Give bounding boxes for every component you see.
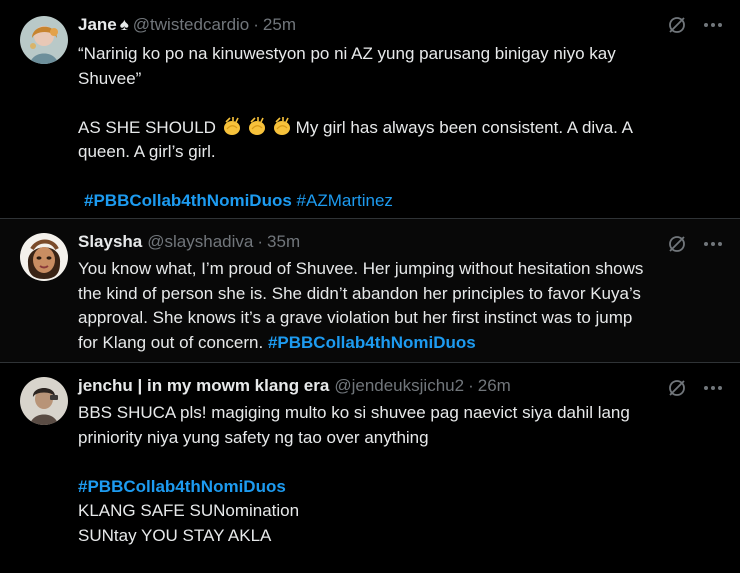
tweet-text-fragment: AS SHE SHOULD <box>78 117 221 137</box>
separator-dot: · <box>468 375 474 395</box>
grok-icon[interactable] <box>666 14 688 36</box>
clapping-hands-icon <box>246 116 269 136</box>
tweet-line: AS SHE SHOULD My girl has always been co… <box>78 116 724 141</box>
grok-icon[interactable] <box>666 233 688 255</box>
tweet-line: You know what, I’m proud of Shuvee. Her … <box>78 259 644 278</box>
more-icon[interactable] <box>702 377 724 399</box>
more-icon[interactable] <box>702 233 724 255</box>
user-handle[interactable]: @twistedcardio <box>133 13 249 38</box>
timestamp[interactable]: 35m <box>267 230 300 255</box>
tweet-line: BBS SHUCA pls! magiging multo ko si shuv… <box>78 403 630 422</box>
tweet-line: priniority niya yung safety ng tao over … <box>78 427 429 447</box>
avatar[interactable] <box>20 16 68 64</box>
tweet-line: approval. She knows it’s a grave violati… <box>78 308 633 327</box>
hashtag-line: #PBBCollab4thNomiDuos #AZMartinez <box>78 189 724 214</box>
more-icon[interactable] <box>702 14 724 36</box>
timestamp[interactable]: 26m <box>478 374 511 399</box>
tweet-jenchu[interactable]: jenchu | in my mowm klang era @jendeuksj… <box>0 363 740 573</box>
avatar[interactable] <box>20 233 68 281</box>
tweet-text: BBS SHUCA pls! magiging multo ko si shuv… <box>78 401 724 548</box>
tweet-actions <box>666 377 724 399</box>
tweet-line: the kind of person she is. She didn’t ab… <box>78 283 641 303</box>
tweet-line: SUNtay YOU STAY AKLA <box>78 525 272 545</box>
tweet-text-fragment: for Klang out of concern. <box>78 332 268 352</box>
clapping-hands-icon <box>221 116 244 136</box>
tweet-line: for Klang out of concern. #PBBCollab4thN… <box>78 331 724 356</box>
tweet-text: “Narinig ko po na kinuwestyon po ni AZ y… <box>78 42 724 214</box>
tweet-line: queen. A girl’s girl. <box>78 142 216 161</box>
tweet-slaysha[interactable]: Slaysha @slayshadiva · 35m You know what… <box>0 219 740 363</box>
avatar[interactable] <box>20 377 68 425</box>
tweet-line: Shuvee” <box>78 68 142 88</box>
hashtag-link[interactable]: #AZMartinez <box>297 191 393 210</box>
tweet-actions <box>666 233 724 255</box>
separator-dot: · <box>257 231 264 251</box>
tweet-text: You know what, I’m proud of Shuvee. Her … <box>78 257 724 355</box>
separator-dot: · <box>253 14 259 34</box>
display-name[interactable]: Slaysha <box>78 230 142 255</box>
clapping-hands-icon <box>271 116 294 136</box>
timestamp[interactable]: 25m <box>263 13 296 38</box>
hashtag-link[interactable]: #PBBCollab4thNomiDuos <box>268 333 476 352</box>
display-name[interactable]: Jane <box>78 13 117 38</box>
hashtag-link[interactable]: #PBBCollab4thNomiDuos <box>78 477 286 496</box>
user-handle[interactable]: @jendeuksjichu2 <box>334 374 464 399</box>
hashtag-link[interactable]: #PBBCollab4thNomiDuos <box>84 191 292 210</box>
timeline-feed: Jane ♠ @twistedcardio · 25m “Narinig ko … <box>0 0 740 573</box>
grok-icon[interactable] <box>666 377 688 399</box>
tweet-text-fragment: My girl has always been consistent. A di… <box>295 117 633 137</box>
tweet-jane[interactable]: Jane ♠ @twistedcardio · 25m “Narinig ko … <box>0 0 740 219</box>
tweet-line: “Narinig ko po na kinuwestyon po ni AZ y… <box>78 44 616 63</box>
hashtag-line: #PBBCollab4thNomiDuos <box>78 475 724 500</box>
user-handle[interactable]: @slayshadiva <box>147 230 253 255</box>
display-name[interactable]: jenchu | in my mowm klang era <box>78 374 329 399</box>
tweet-line: KLANG SAFE SUNomination <box>78 501 300 520</box>
tweet-actions <box>666 14 724 36</box>
spade-badge: ♠ <box>119 14 129 34</box>
